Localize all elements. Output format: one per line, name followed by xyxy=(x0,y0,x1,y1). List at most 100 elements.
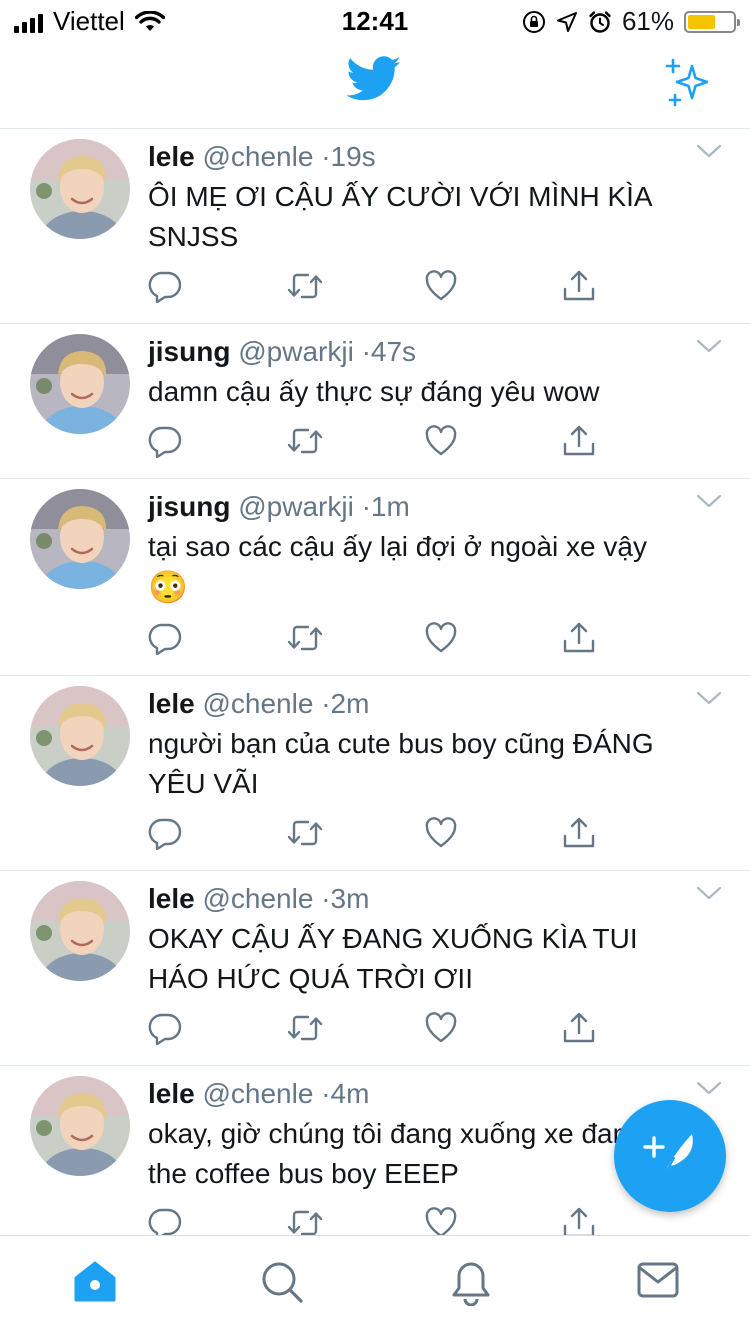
tweet-actions xyxy=(148,1206,694,1236)
tweet-timestamp[interactable]: 19s xyxy=(331,141,376,172)
notifications-icon[interactable] xyxy=(450,1260,492,1306)
tweet-actions xyxy=(148,816,694,852)
tweet-author-name[interactable]: lele xyxy=(148,1078,195,1109)
chevron-down-icon[interactable] xyxy=(696,690,722,706)
top-header xyxy=(0,40,750,129)
retweet-icon[interactable] xyxy=(286,1011,324,1045)
retweet-icon[interactable] xyxy=(286,1206,324,1236)
tweet-timestamp[interactable]: 4m xyxy=(331,1078,370,1109)
avatar[interactable] xyxy=(30,489,130,589)
tweet-handle[interactable]: @chenle xyxy=(202,141,313,172)
avatar[interactable] xyxy=(30,139,130,239)
chevron-down-icon[interactable] xyxy=(696,338,722,354)
tweet-text-content: okay, giờ chúng tôi đang xuống xe đang đ… xyxy=(148,1118,692,1189)
tweet-author-name[interactable]: jisung xyxy=(148,336,230,367)
tweet-text: ÔI MẸ ƠI CẬU ẤY CƯỜI VỚI MÌNH KÌA SNJSS xyxy=(148,177,694,257)
tweet-handle[interactable]: @pwarkji xyxy=(238,336,354,367)
like-heart-icon[interactable] xyxy=(424,621,458,655)
avatar[interactable] xyxy=(30,686,130,786)
share-icon[interactable] xyxy=(562,269,596,303)
battery-percent: 61% xyxy=(621,6,674,36)
reply-icon[interactable] xyxy=(148,816,182,850)
share-icon[interactable] xyxy=(562,816,596,850)
retweet-icon[interactable] xyxy=(286,621,324,655)
tweet-actions xyxy=(148,424,694,460)
tweet[interactable]: jisung @pwarkji ·47s damn cậu ấy thực sự… xyxy=(0,324,750,479)
share-icon[interactable] xyxy=(562,621,596,655)
tweet-text: tại sao các cậu ấy lại đợi ở ngoài xe vậ… xyxy=(148,527,694,609)
tweet-text-content: tại sao các cậu ấy lại đợi ở ngoài xe vậ… xyxy=(148,531,647,562)
tweet-separator: · xyxy=(361,336,371,367)
like-heart-icon[interactable] xyxy=(424,1011,458,1045)
retweet-icon[interactable] xyxy=(286,816,324,850)
tweet-handle[interactable]: @chenle xyxy=(202,688,313,719)
reply-icon[interactable] xyxy=(148,1206,182,1236)
like-heart-icon[interactable] xyxy=(424,1206,458,1236)
tweet-separator: · xyxy=(321,1078,331,1109)
alarm-icon xyxy=(589,10,611,33)
tweet-text: OKAY CẬU ẤY ĐANG XUỐNG KÌA TUI HÁO HỨC Q… xyxy=(148,919,694,999)
tweet-handle[interactable]: @pwarkji xyxy=(238,491,354,522)
tweet[interactable]: lele @chenle ·19s ÔI MẸ ƠI CẬU ẤY CƯỜI V… xyxy=(0,129,750,324)
share-icon[interactable] xyxy=(562,1206,596,1236)
tweet-handle[interactable]: @chenle xyxy=(202,1078,313,1109)
tweet-text-content: ÔI MẸ ƠI CẬU ẤY CƯỜI VỚI MÌNH KÌA SNJSS xyxy=(148,181,652,252)
tweet-actions xyxy=(148,1011,694,1047)
tweet-text: người bạn của cute bus boy cũng ĐÁNG YÊU… xyxy=(148,724,694,804)
tweet-timestamp[interactable]: 1m xyxy=(371,491,410,522)
share-icon[interactable] xyxy=(562,424,596,458)
tweet-separator: · xyxy=(361,491,371,522)
tweet-separator: · xyxy=(321,883,331,914)
tweet-text-content: damn cậu ấy thực sự đáng yêu wow xyxy=(148,376,600,407)
reply-icon[interactable] xyxy=(148,621,182,655)
tweet-actions xyxy=(148,269,694,305)
tweet-actions xyxy=(148,621,694,657)
tweet-author-name[interactable]: lele xyxy=(148,688,195,719)
tweet-author-name[interactable]: lele xyxy=(148,141,195,172)
status-bar: Viettel 12:41 61% xyxy=(0,0,750,40)
avatar[interactable] xyxy=(30,881,130,981)
bottom-tab-bar xyxy=(0,1235,750,1335)
tweet-author-name[interactable]: lele xyxy=(148,883,195,914)
retweet-icon[interactable] xyxy=(286,424,324,458)
search-icon[interactable] xyxy=(260,1260,304,1304)
compose-tweet-button[interactable] xyxy=(614,1100,726,1212)
location-icon xyxy=(556,11,577,32)
tweet[interactable]: lele @chenle ·2m người bạn của cute bus … xyxy=(0,676,750,871)
like-heart-icon[interactable] xyxy=(424,424,458,458)
flushed-face-emoji: 😳 xyxy=(148,569,188,605)
timeline: lele @chenle ·19s ÔI MẸ ƠI CẬU ẤY CƯỜI V… xyxy=(0,129,750,1235)
tweet-text: okay, giờ chúng tôi đang xuống xe đang đ… xyxy=(148,1114,694,1194)
tweet-separator: · xyxy=(321,141,331,172)
chevron-down-icon[interactable] xyxy=(696,1080,722,1096)
retweet-icon[interactable] xyxy=(286,269,324,303)
like-heart-icon[interactable] xyxy=(424,816,458,850)
like-heart-icon[interactable] xyxy=(424,269,458,303)
messages-icon[interactable] xyxy=(636,1260,680,1300)
tweet-timestamp[interactable]: 47s xyxy=(371,336,416,367)
home-icon[interactable] xyxy=(72,1260,118,1304)
tweet[interactable]: lele @chenle ·3m OKAY CẬU ẤY ĐANG XUỐNG … xyxy=(0,871,750,1066)
compose-tweet-icon xyxy=(643,1134,693,1181)
battery-icon xyxy=(684,10,740,33)
share-icon[interactable] xyxy=(562,1011,596,1045)
sparkle-icon[interactable] xyxy=(664,58,714,108)
reply-icon[interactable] xyxy=(148,269,182,303)
tweet-handle[interactable]: @chenle xyxy=(202,883,313,914)
tweet-author-name[interactable]: jisung xyxy=(148,491,230,522)
reply-icon[interactable] xyxy=(148,1011,182,1045)
tweet-text: damn cậu ấy thực sự đáng yêu wow xyxy=(148,372,694,412)
chevron-down-icon[interactable] xyxy=(696,143,722,159)
tweet-timestamp[interactable]: 2m xyxy=(331,688,370,719)
orientation-lock-icon xyxy=(522,10,545,33)
tweet-text-content: OKAY CẬU ẤY ĐANG XUỐNG KÌA TUI HÁO HỨC Q… xyxy=(148,923,638,994)
tweet[interactable]: jisung @pwarkji ·1m tại sao các cậu ấy l… xyxy=(0,479,750,676)
avatar[interactable] xyxy=(30,1076,130,1176)
tweet-timestamp[interactable]: 3m xyxy=(331,883,370,914)
twitter-bird-icon[interactable] xyxy=(346,56,402,102)
avatar[interactable] xyxy=(30,334,130,434)
tweet-separator: · xyxy=(321,688,331,719)
chevron-down-icon[interactable] xyxy=(696,885,722,901)
chevron-down-icon[interactable] xyxy=(696,493,722,509)
reply-icon[interactable] xyxy=(148,424,182,458)
